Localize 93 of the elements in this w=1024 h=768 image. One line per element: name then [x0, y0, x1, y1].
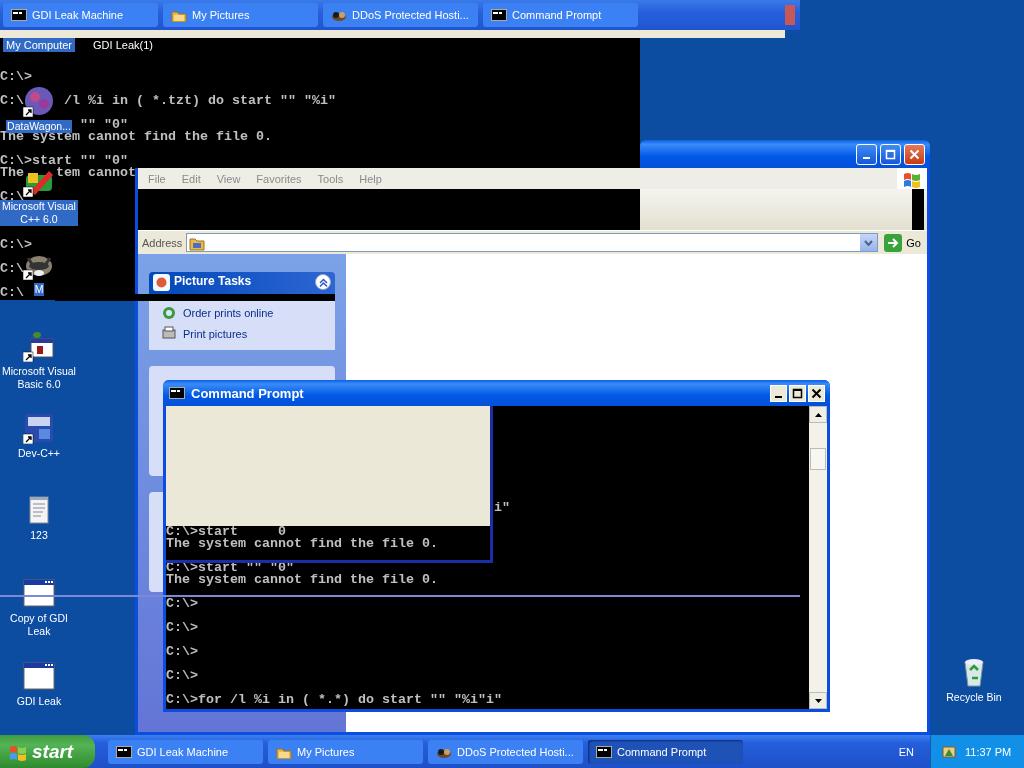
- icon-label[interactable]: Microsoft Visual Basic 6.0: [0, 365, 78, 391]
- minimize-icon: [775, 396, 782, 398]
- menu-item[interactable]: Help: [351, 172, 390, 185]
- folder-icon: [171, 8, 187, 22]
- window-icon[interactable]: [23, 577, 55, 609]
- close-icon: [909, 148, 920, 160]
- console-icon: [596, 744, 612, 759]
- minimize-icon: [863, 157, 870, 159]
- console-text: C:\>: [166, 670, 198, 682]
- console-text: C:\>for /l %i in ( *.*) do start "" "%i"i": [166, 694, 502, 706]
- menu-item[interactable]: File: [140, 172, 174, 185]
- console-icon: [116, 744, 132, 759]
- icon-label[interactable]: 123: [29, 529, 49, 542]
- dropdown-button[interactable]: [860, 234, 878, 251]
- chevron-icon: [318, 277, 328, 287]
- minimize-button[interactable]: [770, 384, 787, 402]
- clock: 11:37 PM: [965, 745, 1012, 758]
- taskbar-button[interactable]: Command Prompt: [483, 3, 638, 27]
- icon-label[interactable]: My Computer: [3, 38, 76, 52]
- task-link[interactable]: Order prints online: [183, 307, 274, 319]
- console-icon: [169, 386, 185, 400]
- menu-item[interactable]: View: [208, 172, 249, 185]
- console-text: "" "0": [80, 119, 128, 131]
- console-icon: [491, 8, 507, 22]
- icon-label[interactable]: Recycle Bin: [945, 691, 1003, 704]
- group-title: Picture Tasks: [174, 274, 253, 288]
- console-text: C:\>: [0, 71, 32, 83]
- console-text: /l %i in ( *.tzt) do start "" "%i": [64, 95, 336, 107]
- console-text: C:\: [0, 95, 24, 107]
- console-text: C:\>: [166, 646, 198, 658]
- scroll-up-button[interactable]: [809, 406, 827, 423]
- close-button[interactable]: [808, 384, 825, 402]
- globe-icon: [161, 305, 177, 321]
- close-icon: [811, 387, 822, 399]
- taskbar-button[interactable]: DDoS Protected Hosti...: [323, 3, 478, 27]
- shortcut-window-icon[interactable]: [23, 412, 55, 444]
- taskbar-button[interactable]: My Pictures: [163, 3, 318, 27]
- down-arrow-icon: [814, 698, 822, 703]
- console-text: C:\>start: [166, 526, 238, 538]
- up-arrow-icon: [814, 412, 822, 417]
- icon-label[interactable]: GDI Leak: [15, 695, 63, 708]
- address-label: Address: [142, 236, 183, 249]
- console-text: C:\: [0, 263, 24, 275]
- menu-item[interactable]: Edit: [173, 172, 209, 185]
- collapse-button[interactable]: [315, 274, 331, 290]
- shortcut-window-icon[interactable]: [23, 330, 55, 362]
- tray-icon[interactable]: [941, 743, 957, 760]
- icon-label[interactable]: Dev-C++: [17, 447, 61, 460]
- console-text: i": [494, 502, 510, 514]
- caret-icon: [864, 239, 874, 246]
- taskbar-button[interactable]: GDI Leak Machine: [3, 3, 158, 27]
- window-title: Command Prompt: [191, 385, 305, 401]
- printer-icon: [161, 326, 177, 342]
- task-link[interactable]: Print pictures: [183, 328, 248, 340]
- taskbar-button[interactable]: DDoS Protected Hosti...: [428, 739, 583, 764]
- console-text: C:\>: [0, 239, 32, 251]
- glitch-block: [912, 189, 924, 230]
- icon-label[interactable]: DataWagon...: [6, 120, 72, 133]
- console-text: C:\>: [166, 622, 198, 634]
- console-text: C:\>: [166, 598, 198, 610]
- menu-item[interactable]: Favorites: [248, 172, 310, 185]
- scroll-thumb[interactable]: [810, 448, 826, 470]
- maximize-icon: [792, 387, 803, 399]
- window-icon[interactable]: [23, 660, 55, 692]
- console-icon: [11, 8, 27, 22]
- address-field[interactable]: [186, 233, 879, 252]
- shortcut-globe-icon[interactable]: [23, 85, 55, 117]
- console-text: C:\: [0, 191, 24, 203]
- console-text: 0: [278, 526, 286, 538]
- console-text: The: [0, 167, 24, 179]
- console-text: tem cannot: [56, 167, 136, 179]
- menu-item[interactable]: Tools: [309, 172, 352, 185]
- console-text: C:\>start "" "0": [0, 155, 128, 167]
- console-text: The system cannot find the file 0.: [166, 538, 438, 550]
- console-text: The system cannot find the file 0.: [166, 574, 438, 586]
- icon-label[interactable]: GDI Leak(1): [90, 38, 156, 52]
- close-fragment: [785, 5, 795, 25]
- taskbar-button[interactable]: My Pictures: [268, 739, 423, 764]
- scroll-down-button[interactable]: [809, 692, 827, 709]
- console-text: C:\: [0, 287, 24, 299]
- picture-icon: [153, 274, 170, 291]
- go-button[interactable]: Go: [882, 233, 923, 252]
- maximize-button[interactable]: [880, 143, 901, 165]
- taskbar-button[interactable]: GDI Leak Machine: [108, 739, 263, 764]
- icon-label[interactable]: M: [33, 283, 45, 296]
- start-button[interactable]: start: [0, 735, 95, 768]
- maximize-icon: [885, 148, 896, 160]
- minimize-button[interactable]: [856, 143, 877, 165]
- taskbar-button[interactable]: Command Prompt: [588, 739, 743, 764]
- language-indicator[interactable]: EN: [898, 745, 914, 758]
- icon-label[interactable]: Microsoft Visual C++ 6.0: [0, 200, 78, 226]
- icon-label[interactable]: Copy of GDI Leak: [0, 612, 78, 638]
- maximize-button[interactable]: [789, 384, 806, 402]
